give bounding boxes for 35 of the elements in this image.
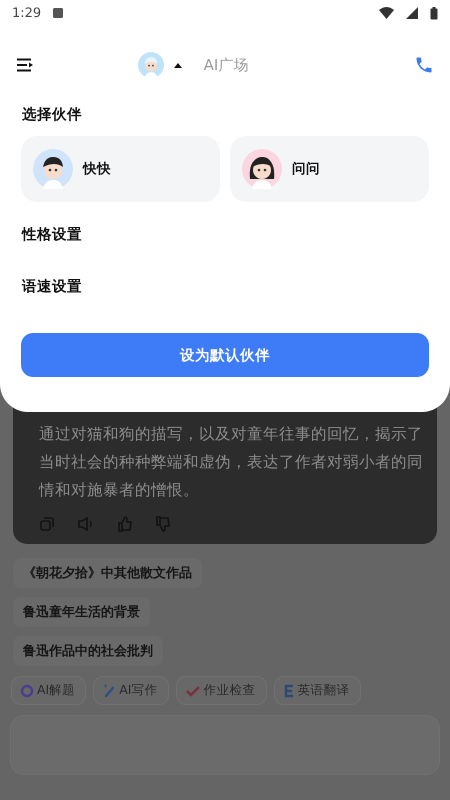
copy-icon[interactable] bbox=[39, 516, 55, 532]
thumbs-up-icon[interactable] bbox=[117, 516, 133, 532]
suggestion-chip[interactable]: 鲁迅童年生活的背景 bbox=[13, 597, 150, 627]
answer-text: 通过对猫和狗的描写，以及对童年往事的回忆，揭示了 bbox=[39, 424, 424, 445]
tool-chip[interactable]: 英语翻译 bbox=[274, 676, 360, 705]
partner-card[interactable]: 问问 bbox=[230, 136, 429, 202]
settings-item[interactable]: 语速设置 bbox=[22, 260, 428, 312]
tool-chip[interactable]: 作业检查 bbox=[176, 676, 266, 705]
checkmark-icon bbox=[184, 684, 200, 698]
answer-text: 情和对施暴者的憎恨。 bbox=[39, 480, 200, 501]
pen-icon bbox=[102, 684, 116, 698]
phone-icon[interactable] bbox=[414, 55, 434, 75]
tool-chip[interactable]: AI写作 bbox=[93, 676, 168, 705]
ring-icon bbox=[20, 684, 34, 698]
signal-icon bbox=[406, 7, 418, 19]
avatar-icon bbox=[242, 149, 282, 189]
menu-icon[interactable] bbox=[16, 58, 34, 72]
avatar-icon bbox=[33, 149, 73, 189]
set-default-button[interactable]: 设为默认伙伴 bbox=[21, 333, 429, 377]
status-time: 1:29 bbox=[12, 6, 42, 20]
wifi-icon bbox=[379, 7, 394, 19]
caret-icon[interactable] bbox=[174, 62, 182, 68]
battery-icon bbox=[430, 6, 438, 20]
avatar-icon bbox=[138, 52, 164, 78]
letter-e-icon bbox=[282, 684, 294, 698]
thumbs-down-icon[interactable] bbox=[155, 516, 171, 532]
section-title: 选择伙伴 bbox=[22, 106, 83, 124]
header-title[interactable]: AI广场 bbox=[204, 56, 248, 74]
notification-icon bbox=[53, 8, 64, 18]
answer-text: 当时社会的种种弊端和虚伪，表达了作者对弱小者的同 bbox=[39, 452, 424, 473]
settings-item[interactable]: 性格设置 bbox=[22, 208, 428, 260]
suggestion-chip[interactable]: 《朝花夕拾》中其他散文作品 bbox=[13, 558, 202, 588]
partner-card[interactable]: 快快 bbox=[21, 136, 220, 202]
tool-chip[interactable]: AI解题 bbox=[11, 676, 86, 705]
suggestion-chip[interactable]: 鲁迅作品中的社会批判 bbox=[13, 636, 163, 666]
